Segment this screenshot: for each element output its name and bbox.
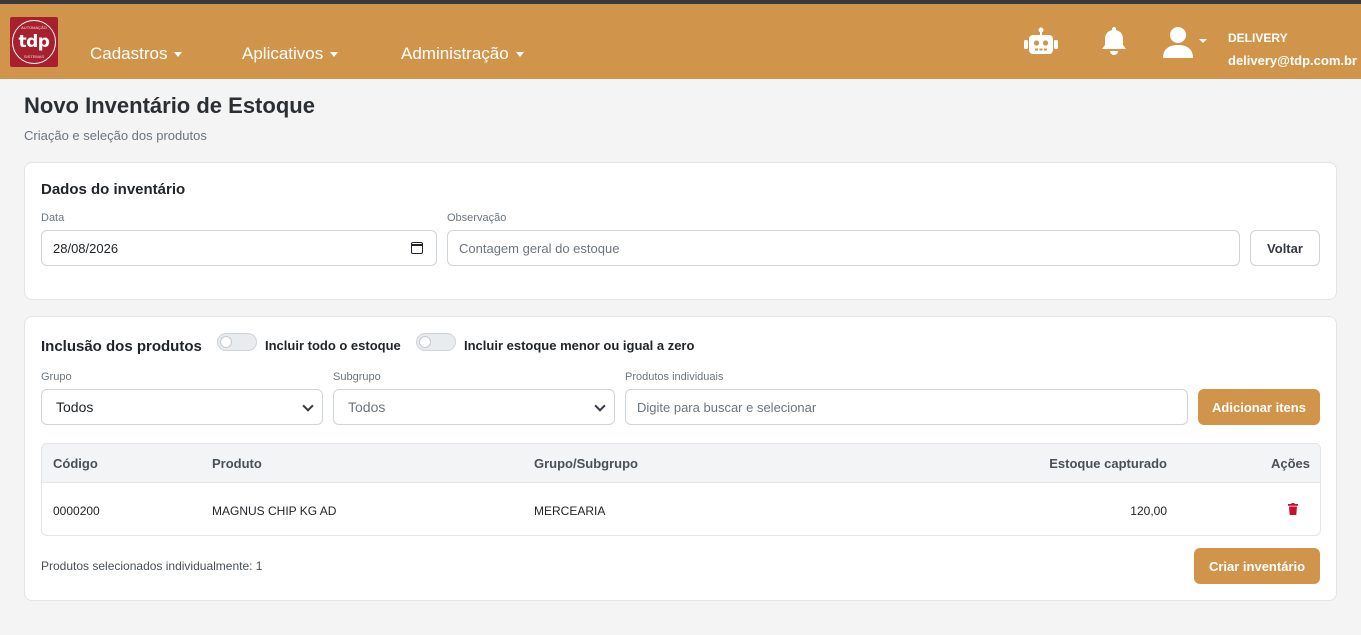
voltar-button[interactable]: Voltar bbox=[1250, 230, 1320, 266]
user-menu[interactable] bbox=[1162, 26, 1208, 65]
subgrupo-label: Subgrupo bbox=[333, 371, 381, 383]
caret-down-icon bbox=[330, 51, 339, 57]
date-input[interactable]: 28/08/2026 bbox=[41, 230, 437, 266]
cell-codigo: 0000200 bbox=[53, 504, 100, 518]
grupo-select[interactable]: Todos bbox=[41, 389, 323, 425]
subgrupo-select[interactable]: Todos bbox=[333, 389, 615, 425]
chevron-down-icon bbox=[594, 400, 606, 412]
date-value: 28/08/2026 bbox=[53, 240, 119, 256]
top-navbar: AUTOMAÇÃO tdp SISTEMAS Cadastros Aplicat… bbox=[0, 4, 1361, 79]
toggle-include-all-stock-label: Incluir todo o estoque bbox=[265, 338, 401, 353]
toggle-knob bbox=[221, 337, 231, 347]
col-estoque[interactable]: Estoque capturado bbox=[1049, 456, 1167, 471]
cell-estoque: 120,00 bbox=[1130, 504, 1167, 518]
col-acoes: Ações bbox=[1270, 456, 1310, 471]
nav-administracao-label: Administração bbox=[401, 44, 509, 63]
subgrupo-value: Todos bbox=[348, 399, 386, 415]
col-codigo[interactable]: Código bbox=[53, 456, 98, 471]
card-title-dados: Dados do inventário bbox=[41, 181, 186, 198]
grupo-label: Grupo bbox=[41, 371, 72, 383]
products-table: Código Produto Grupo/Subgrupo Estoque ca… bbox=[41, 443, 1321, 536]
caret-down-icon bbox=[515, 51, 524, 57]
observacao-label: Observação bbox=[447, 212, 507, 224]
inventory-data-card: Dados do inventário Data 28/08/2026 Obse… bbox=[24, 162, 1337, 300]
chevron-down-icon bbox=[302, 400, 314, 412]
produtos-search-input[interactable]: Digite para buscar e selecionar bbox=[625, 389, 1188, 425]
toggle-include-zero-stock[interactable] bbox=[416, 333, 456, 351]
observacao-placeholder: Contagem geral do estoque bbox=[459, 240, 620, 256]
bell-icon[interactable] bbox=[1100, 26, 1128, 61]
nav-aplicativos[interactable]: Aplicativos bbox=[242, 44, 339, 64]
robot-icon[interactable] bbox=[1023, 27, 1059, 62]
tdp-logo[interactable]: AUTOMAÇÃO tdp SISTEMAS bbox=[10, 17, 58, 67]
user-name: DELIVERY bbox=[1228, 31, 1288, 45]
produtos-label: Produtos individuais bbox=[625, 371, 724, 383]
toggle-knob bbox=[420, 337, 430, 347]
logo-top-text: AUTOMAÇÃO bbox=[21, 25, 47, 30]
logo-text: tdp bbox=[18, 32, 50, 52]
col-grupo[interactable]: Grupo/Subgrupo bbox=[534, 456, 638, 471]
caret-down-icon bbox=[174, 51, 183, 57]
page-subtitle: Criação e seleção dos produtos bbox=[24, 128, 207, 143]
produtos-placeholder: Digite para buscar e selecionar bbox=[637, 399, 817, 415]
grupo-value: Todos bbox=[56, 399, 94, 415]
page-title: Novo Inventário de Estoque bbox=[24, 93, 315, 118]
cell-produto: MAGNUS CHIP KG AD bbox=[212, 504, 337, 518]
card-title-inclusao: Inclusão dos produtos bbox=[41, 338, 202, 355]
calendar-icon[interactable] bbox=[411, 242, 423, 254]
cell-grupo: MERCEARIA bbox=[534, 504, 606, 518]
data-label: Data bbox=[41, 212, 65, 224]
toggle-include-zero-stock-label: Incluir estoque menor ou igual a zero bbox=[464, 338, 695, 353]
product-inclusion-card: Inclusão dos produtos Incluir todo o est… bbox=[24, 316, 1337, 601]
nav-administracao[interactable]: Administração bbox=[401, 44, 524, 64]
nav-cadastros[interactable]: Cadastros bbox=[90, 44, 183, 64]
col-produto[interactable]: Produto bbox=[212, 456, 262, 471]
selected-count-text: Produtos selecionados individualmente: 1 bbox=[41, 559, 263, 573]
toggle-include-all-stock[interactable] bbox=[217, 333, 257, 351]
logo-bottom-text: SISTEMAS bbox=[23, 54, 45, 59]
adicionar-itens-button[interactable]: Adicionar itens bbox=[1198, 389, 1320, 425]
observacao-input[interactable]: Contagem geral do estoque bbox=[447, 230, 1240, 266]
trash-icon[interactable] bbox=[1288, 502, 1298, 515]
user-email: delivery@tdp.com.br bbox=[1228, 53, 1357, 68]
nav-cadastros-label: Cadastros bbox=[90, 44, 168, 63]
criar-inventario-button[interactable]: Criar inventário bbox=[1194, 548, 1320, 584]
nav-aplicativos-label: Aplicativos bbox=[242, 44, 324, 63]
table-header: Código Produto Grupo/Subgrupo Estoque ca… bbox=[42, 444, 1320, 483]
